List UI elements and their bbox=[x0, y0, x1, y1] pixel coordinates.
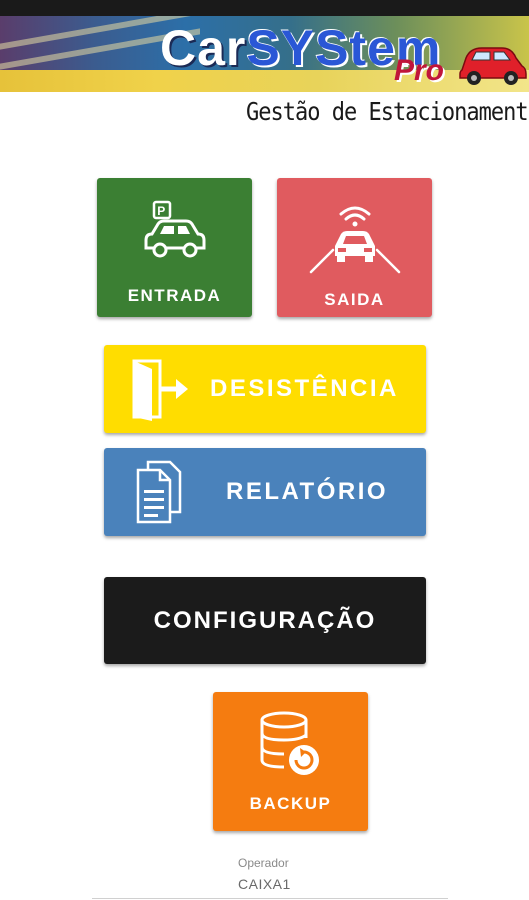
app-banner: CarSYStem Pro bbox=[0, 16, 529, 92]
relatorio-button[interactable]: RELATÓRIO bbox=[104, 448, 426, 536]
database-refresh-icon bbox=[260, 711, 319, 775]
red-car-icon bbox=[459, 47, 527, 85]
saida-label: SAIDA bbox=[324, 290, 385, 309]
operator-field-underline bbox=[92, 898, 448, 899]
saida-button[interactable]: SAIDA bbox=[277, 178, 432, 317]
configuracao-button[interactable]: CONFIGURAÇÃO bbox=[104, 577, 426, 664]
door-exit-icon bbox=[132, 359, 188, 421]
logo-text-pro: Pro bbox=[394, 54, 445, 87]
relatorio-label: RELATÓRIO bbox=[226, 478, 389, 505]
car-exit-signal-icon bbox=[309, 206, 400, 274]
desistencia-label: DESISTÊNCIA bbox=[210, 375, 399, 402]
configuracao-label: CONFIGURAÇÃO bbox=[153, 606, 377, 634]
desistencia-button[interactable]: DESISTÊNCIA bbox=[104, 345, 426, 433]
operator-value[interactable]: CAIXA1 bbox=[238, 876, 291, 892]
entrada-label: ENTRADA bbox=[127, 286, 222, 305]
logo-text-car: Car bbox=[160, 20, 247, 76]
backup-label: BACKUP bbox=[249, 794, 332, 813]
backup-button[interactable]: BACKUP bbox=[213, 692, 368, 831]
documents-icon bbox=[136, 460, 182, 524]
app-subtitle: Gestão de Estacionamento bbox=[246, 98, 529, 127]
entrada-button[interactable]: P ENTRADA bbox=[97, 178, 252, 317]
status-bar bbox=[0, 0, 529, 16]
parking-car-icon: P bbox=[144, 200, 205, 258]
operator-label: Operador bbox=[238, 856, 289, 870]
svg-text:P: P bbox=[157, 204, 167, 218]
